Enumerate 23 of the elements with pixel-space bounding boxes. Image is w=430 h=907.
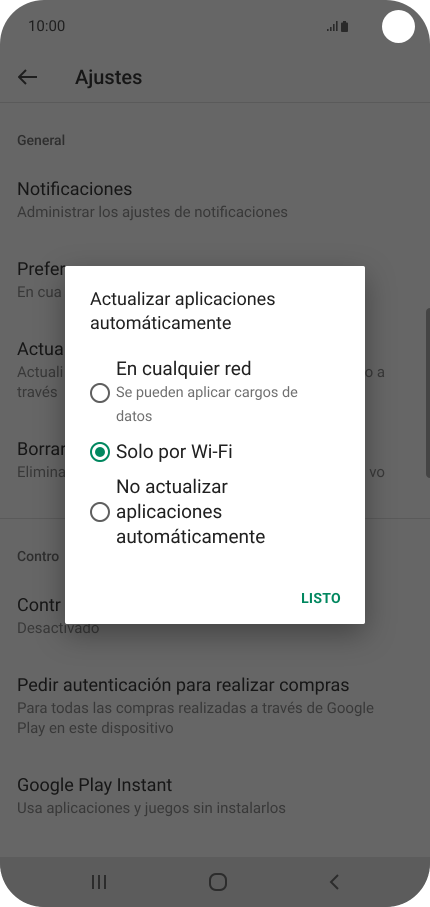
setting-title[interactable]: Google Play Instant	[17, 774, 413, 798]
setting-title[interactable]: Notificaciones	[17, 178, 413, 202]
done-button[interactable]: LISTO	[301, 585, 341, 614]
option-label[interactable]: Solo por Wi-Fi	[116, 439, 291, 464]
battery-icon	[341, 20, 348, 32]
section-header: General	[17, 132, 66, 151]
option-label[interactable]: En cualquier red	[116, 356, 291, 381]
status-time: 10:00	[28, 16, 66, 37]
section-header: Contro	[17, 548, 60, 567]
radio-button[interactable]	[90, 382, 110, 402]
camera-cutout	[382, 10, 415, 42]
home-icon[interactable]	[209, 873, 227, 891]
signal-icon	[327, 21, 338, 31]
dialog-title: Actualizar aplicaciones automáticamente	[90, 288, 277, 336]
back-icon[interactable]	[329, 874, 339, 890]
screen-title: Ajustes	[75, 64, 142, 91]
recent-apps-icon[interactable]	[91, 874, 107, 890]
option-label[interactable]: No actualizar aplicaciones automáticamente	[116, 474, 291, 549]
option-description: Se pueden aplicar cargos de datos	[116, 383, 299, 427]
back-arrow-icon[interactable]	[18, 69, 38, 85]
radio-button[interactable]	[90, 502, 110, 522]
radio-button[interactable]	[90, 442, 110, 462]
setting-title[interactable]: Pedir autenticación para realizar compras	[17, 674, 413, 698]
